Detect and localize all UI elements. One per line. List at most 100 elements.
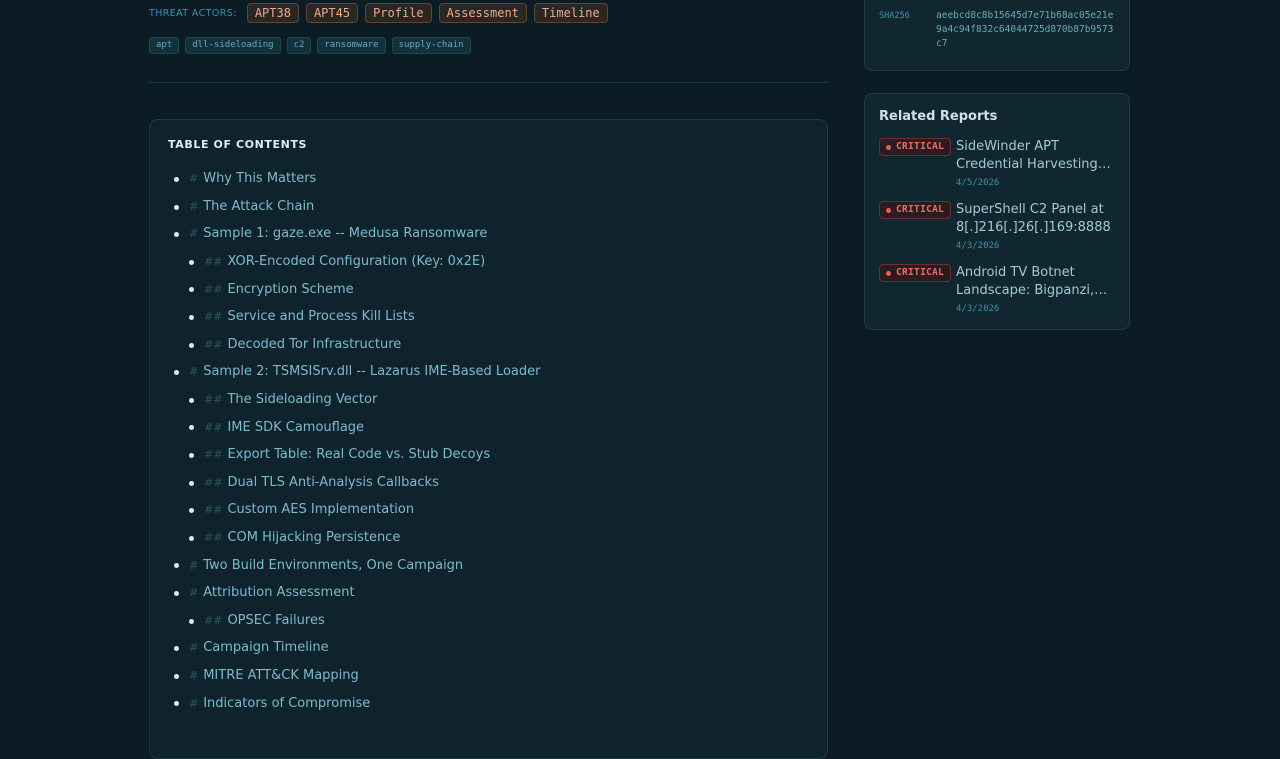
bullet-icon <box>174 701 179 707</box>
threat-actors-row: THREAT ACTORS: APT38 APT45 Profile Asses… <box>149 3 615 23</box>
heading-marker: ## <box>204 613 223 627</box>
tag[interactable]: apt <box>149 37 180 54</box>
heading-marker: ## <box>204 420 223 434</box>
related-reports-title: Related Reports <box>879 109 998 124</box>
toc-item: ## Encryption Scheme <box>150 275 827 303</box>
related-report-link[interactable]: SuperShell C2 Panel at 8[.]216[.]26[.]16… <box>956 201 1116 237</box>
tag[interactable]: supply-chain <box>391 37 471 54</box>
toc-link[interactable]: COM Hijacking Persistence <box>227 530 400 545</box>
tag[interactable]: dll-sideloading <box>185 37 281 54</box>
toc-item: # Sample 2: TSMSISrv.dll -- Lazarus IME-B… <box>150 358 827 386</box>
toc-item: # Campaign Timeline <box>150 634 827 662</box>
toc-link[interactable]: Campaign Timeline <box>203 640 328 655</box>
toc-link[interactable]: Sample 2: TSMSISrv.dll -- Lazarus IME-Ba… <box>203 364 540 379</box>
related-report-link[interactable]: SideWinder APT Credential Harvesting Cam… <box>956 138 1116 174</box>
toc-list: # Why This Matters # The Attack Chain # Sampl… <box>150 165 827 717</box>
bullet-icon <box>189 314 194 320</box>
heading-marker: # <box>189 668 199 682</box>
heading-marker: # <box>189 641 199 655</box>
toc-link[interactable]: Decoded Tor Infrastructure <box>227 337 401 352</box>
threat-actor-pill[interactable]: APT38 <box>246 3 299 23</box>
bullet-icon <box>174 646 179 652</box>
severity-label: CRITICAL <box>896 267 945 278</box>
heading-marker: # <box>189 586 199 600</box>
bullet-icon <box>189 508 194 514</box>
toc-link[interactable]: Why This Matters <box>203 171 316 186</box>
severity-label: CRITICAL <box>896 204 945 215</box>
bullet-icon <box>174 232 179 238</box>
related-report-link[interactable]: Android TV Botnet Landscape: Bigpanzi, V… <box>956 264 1116 300</box>
report-date: 4/5/2026 <box>956 178 1000 188</box>
toc-link[interactable]: Attribution Assessment <box>203 585 354 600</box>
toc-link[interactable]: Indicators of Compromise <box>203 696 370 711</box>
toc-link[interactable]: Two Build Environments, One Campaign <box>203 558 463 573</box>
hash-value[interactable]: aeebcd8c8b15645d7e71b68ac05e21e9a4c94f83… <box>936 9 1116 51</box>
tag[interactable]: c2 <box>286 37 312 54</box>
toc-item: ## XOR-Encoded Configuration (Key: 0x2E) <box>150 248 827 276</box>
heading-marker: # <box>189 199 199 213</box>
toc-item: ## OPSEC Failures <box>150 607 827 635</box>
toc-item: # Indicators of Compromise <box>150 689 827 717</box>
hash-label: SHA256 <box>879 11 910 21</box>
report-date: 4/3/2026 <box>956 304 1000 314</box>
toc-link[interactable]: OPSEC Failures <box>227 613 324 628</box>
heading-marker: ## <box>204 282 223 296</box>
threat-actor-pill[interactable]: APT45 <box>305 3 359 23</box>
table-of-contents: TABLE OF CONTENTS # Why This Matters # The … <box>149 119 828 759</box>
toc-link[interactable]: Service and Process Kill Lists <box>227 309 414 324</box>
toc-link[interactable]: Custom AES Implementation <box>227 502 414 517</box>
heading-marker: # <box>189 558 199 572</box>
toc-item: # Attribution Assessment <box>150 579 827 607</box>
heading-marker: ## <box>204 255 223 269</box>
toc-title: TABLE OF CONTENTS <box>168 138 308 151</box>
toc-link[interactable]: Encryption Scheme <box>227 282 353 297</box>
toc-item: ## IME SDK Camouflage <box>150 413 827 441</box>
toc-item: ## The Sideloading Vector <box>150 386 827 414</box>
bullet-icon <box>189 287 194 293</box>
threat-actor-pill[interactable]: Profile <box>365 3 432 23</box>
toc-item: # The Attack Chain <box>150 193 827 221</box>
tags-row: apt dll-sideloading c2 ransomware supply… <box>149 37 477 54</box>
threat-actors-label: THREAT ACTORS: <box>149 7 237 19</box>
heading-marker: # <box>189 227 199 241</box>
heading-marker: ## <box>204 448 223 462</box>
toc-link[interactable]: Dual TLS Anti-Analysis Callbacks <box>227 475 438 490</box>
toc-item: ## Custom AES Implementation <box>150 496 827 524</box>
tag[interactable]: ransomware <box>317 37 386 54</box>
severity-dot-icon <box>886 270 891 276</box>
threat-actor-pill[interactable]: Timeline <box>533 3 608 23</box>
bullet-icon <box>174 370 179 376</box>
heading-marker: # <box>189 696 199 710</box>
bullet-icon <box>189 342 194 348</box>
toc-item: ## Decoded Tor Infrastructure <box>150 331 827 359</box>
bullet-icon <box>189 259 194 265</box>
related-reports-card: Related Reports CRITICAL SideWinder APT … <box>864 93 1130 330</box>
heading-marker: ## <box>204 393 223 407</box>
heading-marker: ## <box>204 337 223 351</box>
severity-badge: CRITICAL <box>879 264 952 282</box>
toc-link[interactable]: IME SDK Camouflage <box>227 420 364 435</box>
heading-marker: ## <box>204 475 223 489</box>
severity-label: CRITICAL <box>896 141 945 152</box>
heading-marker: # <box>189 172 199 186</box>
toc-item: # Two Build Environments, One Campaign <box>150 551 827 579</box>
bullet-icon <box>189 618 194 624</box>
threat-actor-pill[interactable]: Assessment <box>438 3 527 23</box>
section-divider <box>149 82 828 83</box>
toc-link[interactable]: Export Table: Real Code vs. Stub Decoys <box>227 447 490 462</box>
toc-link[interactable]: MITRE ATT&CK Mapping <box>203 668 359 683</box>
severity-badge: CRITICAL <box>879 138 952 156</box>
toc-item: ## Dual TLS Anti-Analysis Callbacks <box>150 469 827 497</box>
bullet-icon <box>174 177 179 182</box>
toc-link[interactable]: The Sideloading Vector <box>227 392 377 407</box>
bullet-icon <box>189 480 194 486</box>
heading-marker: ## <box>204 310 223 324</box>
toc-link[interactable]: XOR-Encoded Configuration (Key: 0x2E) <box>227 254 485 269</box>
toc-link[interactable]: The Attack Chain <box>203 199 314 214</box>
bullet-icon <box>189 425 194 431</box>
toc-item: ## COM Hijacking Persistence <box>150 524 827 552</box>
bullet-icon <box>174 563 179 569</box>
bullet-icon <box>174 590 179 596</box>
severity-dot-icon <box>886 207 891 213</box>
toc-link[interactable]: Sample 1: gaze.exe -- Medusa Ransomware <box>203 226 487 241</box>
